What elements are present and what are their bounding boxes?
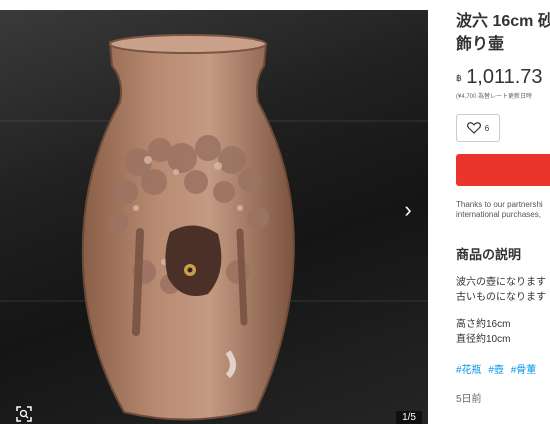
tag-link[interactable]: #花瓶 xyxy=(456,365,482,376)
description-line: 波六の壺になります xyxy=(456,277,546,288)
product-photo-carousel[interactable]: › 1/5 xyxy=(0,10,428,424)
product-title: 波六 16cm 砂 飾り壷 xyxy=(456,10,550,56)
currency-symbol: ฿ xyxy=(456,73,462,83)
partnership-notice: Thanks to our partnershi international p… xyxy=(456,200,550,220)
product-info-panel: 波六 16cm 砂 飾り壷 ฿ 1,011.73 (¥4,700 為替レート更新… xyxy=(456,10,550,424)
description-line: 高さ約16cm xyxy=(456,319,511,330)
image-search-icon[interactable] xyxy=(16,406,32,422)
tag-link[interactable]: #骨董 xyxy=(511,365,537,376)
image-counter: 1/5 xyxy=(396,411,422,424)
partnership-notice-line1: Thanks to our partnershi xyxy=(456,200,543,209)
partnership-notice-line2: international purchases, xyxy=(456,210,541,219)
price-row: ฿ 1,011.73 xyxy=(456,66,550,89)
buy-button[interactable] xyxy=(456,154,550,186)
description-body: 波六の壺になります 古いものになります 高さ約16cm 直径約10cm xyxy=(456,275,550,347)
next-image-button[interactable]: › xyxy=(394,196,422,224)
product-title-line2: 飾り壷 xyxy=(456,36,505,53)
product-title-line1: 波六 16cm 砂 xyxy=(456,13,550,30)
tag-list: #花瓶 #壺 #骨董 xyxy=(456,361,550,376)
description-line: 直径約10cm xyxy=(456,334,511,345)
description-heading: 商品の説明 xyxy=(456,247,522,262)
tag-link[interactable]: #壺 xyxy=(488,365,504,376)
description-line: 古いものになります xyxy=(456,292,546,303)
heart-icon xyxy=(466,122,481,134)
posted-date: 5日前 xyxy=(456,394,482,405)
price-value: 1,011.73 xyxy=(466,66,543,88)
converted-price: (¥4,700 為替レート更新日時 xyxy=(456,94,533,100)
like-button[interactable]: 6 xyxy=(456,114,500,142)
like-count: 6 xyxy=(484,123,490,133)
vase-image xyxy=(81,34,295,421)
